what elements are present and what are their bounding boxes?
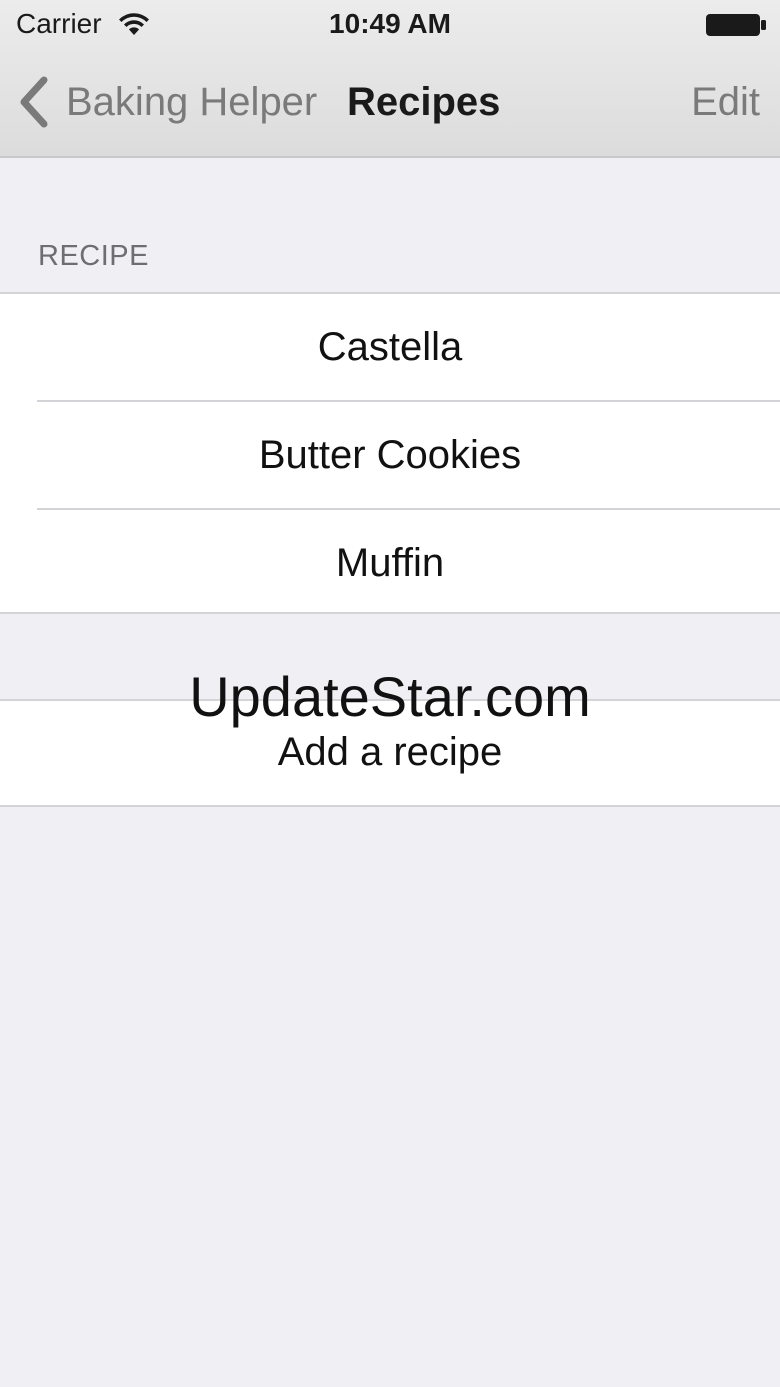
- clock: 10:49 AM: [329, 8, 451, 39]
- recipe-cell[interactable]: Muffin: [0, 510, 780, 616]
- navigation-bar: Baking Helper Recipes Edit: [0, 48, 780, 156]
- add-recipe-group: Add a recipe: [0, 699, 780, 807]
- top-bar: Carrier 10:49 AM Baking Helper Recipes E…: [0, 0, 780, 158]
- recipe-cell[interactable]: Castella: [0, 294, 780, 400]
- section-header-recipe: RECIPE: [38, 240, 149, 272]
- page-title: Recipes: [347, 80, 501, 124]
- recipe-list: Castella Butter Cookies Muffin: [0, 292, 780, 614]
- status-bar: Carrier 10:49 AM: [0, 0, 780, 48]
- chevron-left-icon: [20, 76, 48, 128]
- add-recipe-button[interactable]: Add a recipe: [0, 701, 780, 805]
- back-button-label: Baking Helper: [66, 79, 318, 124]
- edit-button[interactable]: Edit: [691, 80, 760, 125]
- recipe-cell[interactable]: Butter Cookies: [0, 402, 780, 508]
- battery-icon: [706, 14, 766, 36]
- back-button[interactable]: Baking Helper: [16, 74, 317, 130]
